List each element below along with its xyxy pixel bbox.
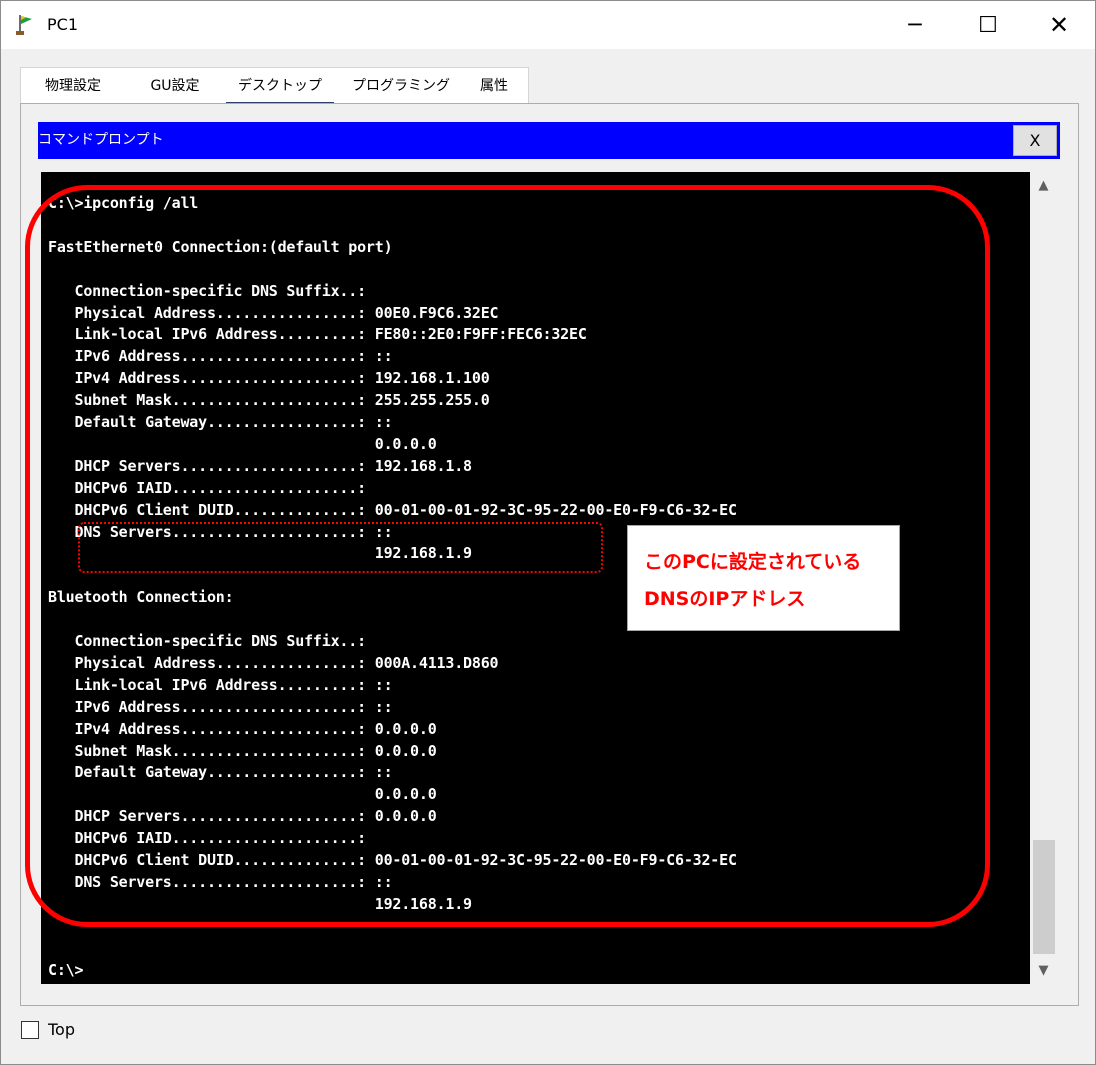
window-title: PC1 (47, 15, 78, 34)
tab-physical[interactable]: 物理設定 (29, 68, 117, 104)
maximize-button[interactable]: ☐ (958, 1, 1018, 49)
terminal-line: DNS Servers.....................: :: (48, 872, 393, 891)
terminal-scrollbar[interactable]: ▲ ▼ (1030, 172, 1057, 984)
tab-attributes[interactable]: 属性 (467, 68, 521, 104)
terminal-line: Connection-specific DNS Suffix..: (48, 632, 366, 650)
terminal-line: DHCPv6 Client DUID..............: 00-01-… (48, 500, 737, 519)
terminal-line: FastEthernet0 Connection:(default port) (48, 237, 393, 256)
terminal-line: DNS Servers.....................: :: (48, 522, 393, 541)
network-pc-icon (16, 15, 32, 35)
terminal-line: 192.168.1.9 (48, 894, 472, 913)
close-button[interactable]: ✕ (1029, 1, 1089, 49)
command-prompt-close-button[interactable]: X (1013, 125, 1057, 156)
terminal-line: 0.0.0.0 (48, 785, 437, 804)
minimize-button[interactable]: ─ (885, 1, 945, 49)
terminal-line: DHCP Servers....................: 0.0.0.… (48, 807, 437, 826)
terminal-line: IPv6 Address....................: :: (48, 697, 393, 716)
terminal-line: IPv4 Address....................: 192.16… (48, 369, 490, 388)
scroll-up-icon[interactable]: ▲ (1030, 172, 1057, 199)
terminal-line: 0.0.0.0 (48, 434, 437, 453)
title-bar[interactable]: PC1 ─ ☐ ✕ (1, 1, 1095, 49)
terminal-line: Physical Address................: 00E0.F… (48, 303, 499, 322)
terminal-line: Subnet Mask.....................: 255.25… (48, 391, 490, 410)
terminal-line: C:\>ipconfig /all (48, 194, 199, 212)
terminal-line: IPv4 Address....................: 0.0.0.… (48, 719, 437, 738)
command-prompt-titlebar: コマンドプロンプト (38, 122, 1060, 159)
terminal-line: Subnet Mask.....................: 0.0.0.… (48, 741, 437, 760)
terminal-line: C:\> (48, 960, 84, 979)
terminal-line: Connection-specific DNS Suffix..: (48, 281, 366, 300)
tab-gui-settings[interactable]: GU設定 (133, 68, 217, 104)
minimize-icon: ─ (908, 12, 922, 38)
terminal-line: DHCPv6 IAID.....................: (48, 829, 366, 848)
annotation-line-1: このPCに設定されている (644, 551, 862, 573)
pc1-window: PC1 ─ ☐ ✕ 物理設定 GU設定 デスクトップ プログラミング 属性 コマ… (0, 0, 1096, 1065)
top-checkbox[interactable] (21, 1021, 39, 1039)
terminal-line: DHCPv6 Client DUID..............: 00-01-… (48, 851, 737, 869)
terminal-line: DHCPv6 IAID.....................: (48, 478, 366, 497)
scroll-thumb[interactable] (1033, 840, 1055, 954)
terminal-line: Default Gateway.................: :: (48, 763, 393, 782)
terminal-line: Link-local IPv6 Address.........: :: (48, 675, 393, 694)
top-checkbox-label[interactable]: Top (48, 1019, 75, 1041)
tab-bar: 物理設定 GU設定 デスクトップ プログラミング 属性 (20, 67, 529, 105)
terminal-line: 192.168.1.9 (48, 544, 472, 563)
annotation-callout: このPCに設定されている DNSのIPアドレス (627, 525, 900, 631)
command-prompt-title: コマンドプロンプト (38, 132, 164, 148)
maximize-icon: ☐ (978, 12, 998, 38)
annotation-line-2: DNSのIPアドレス (644, 588, 806, 610)
terminal-line: IPv6 Address....................: :: (48, 347, 393, 366)
terminal-line: Link-local IPv6 Address.........: FE80::… (48, 325, 587, 344)
close-icon: ✕ (1048, 11, 1070, 39)
terminal-line: Default Gateway.................: :: (48, 413, 393, 431)
tab-programming[interactable]: プログラミング (343, 68, 459, 104)
terminal-line: DHCP Servers....................: 192.16… (48, 456, 472, 475)
scroll-down-icon[interactable]: ▼ (1030, 957, 1057, 984)
terminal-line: Physical Address................: 000A.4… (48, 653, 499, 672)
tab-desktop[interactable]: デスクトップ (226, 68, 334, 105)
terminal-line: Bluetooth Connection: (48, 588, 234, 607)
